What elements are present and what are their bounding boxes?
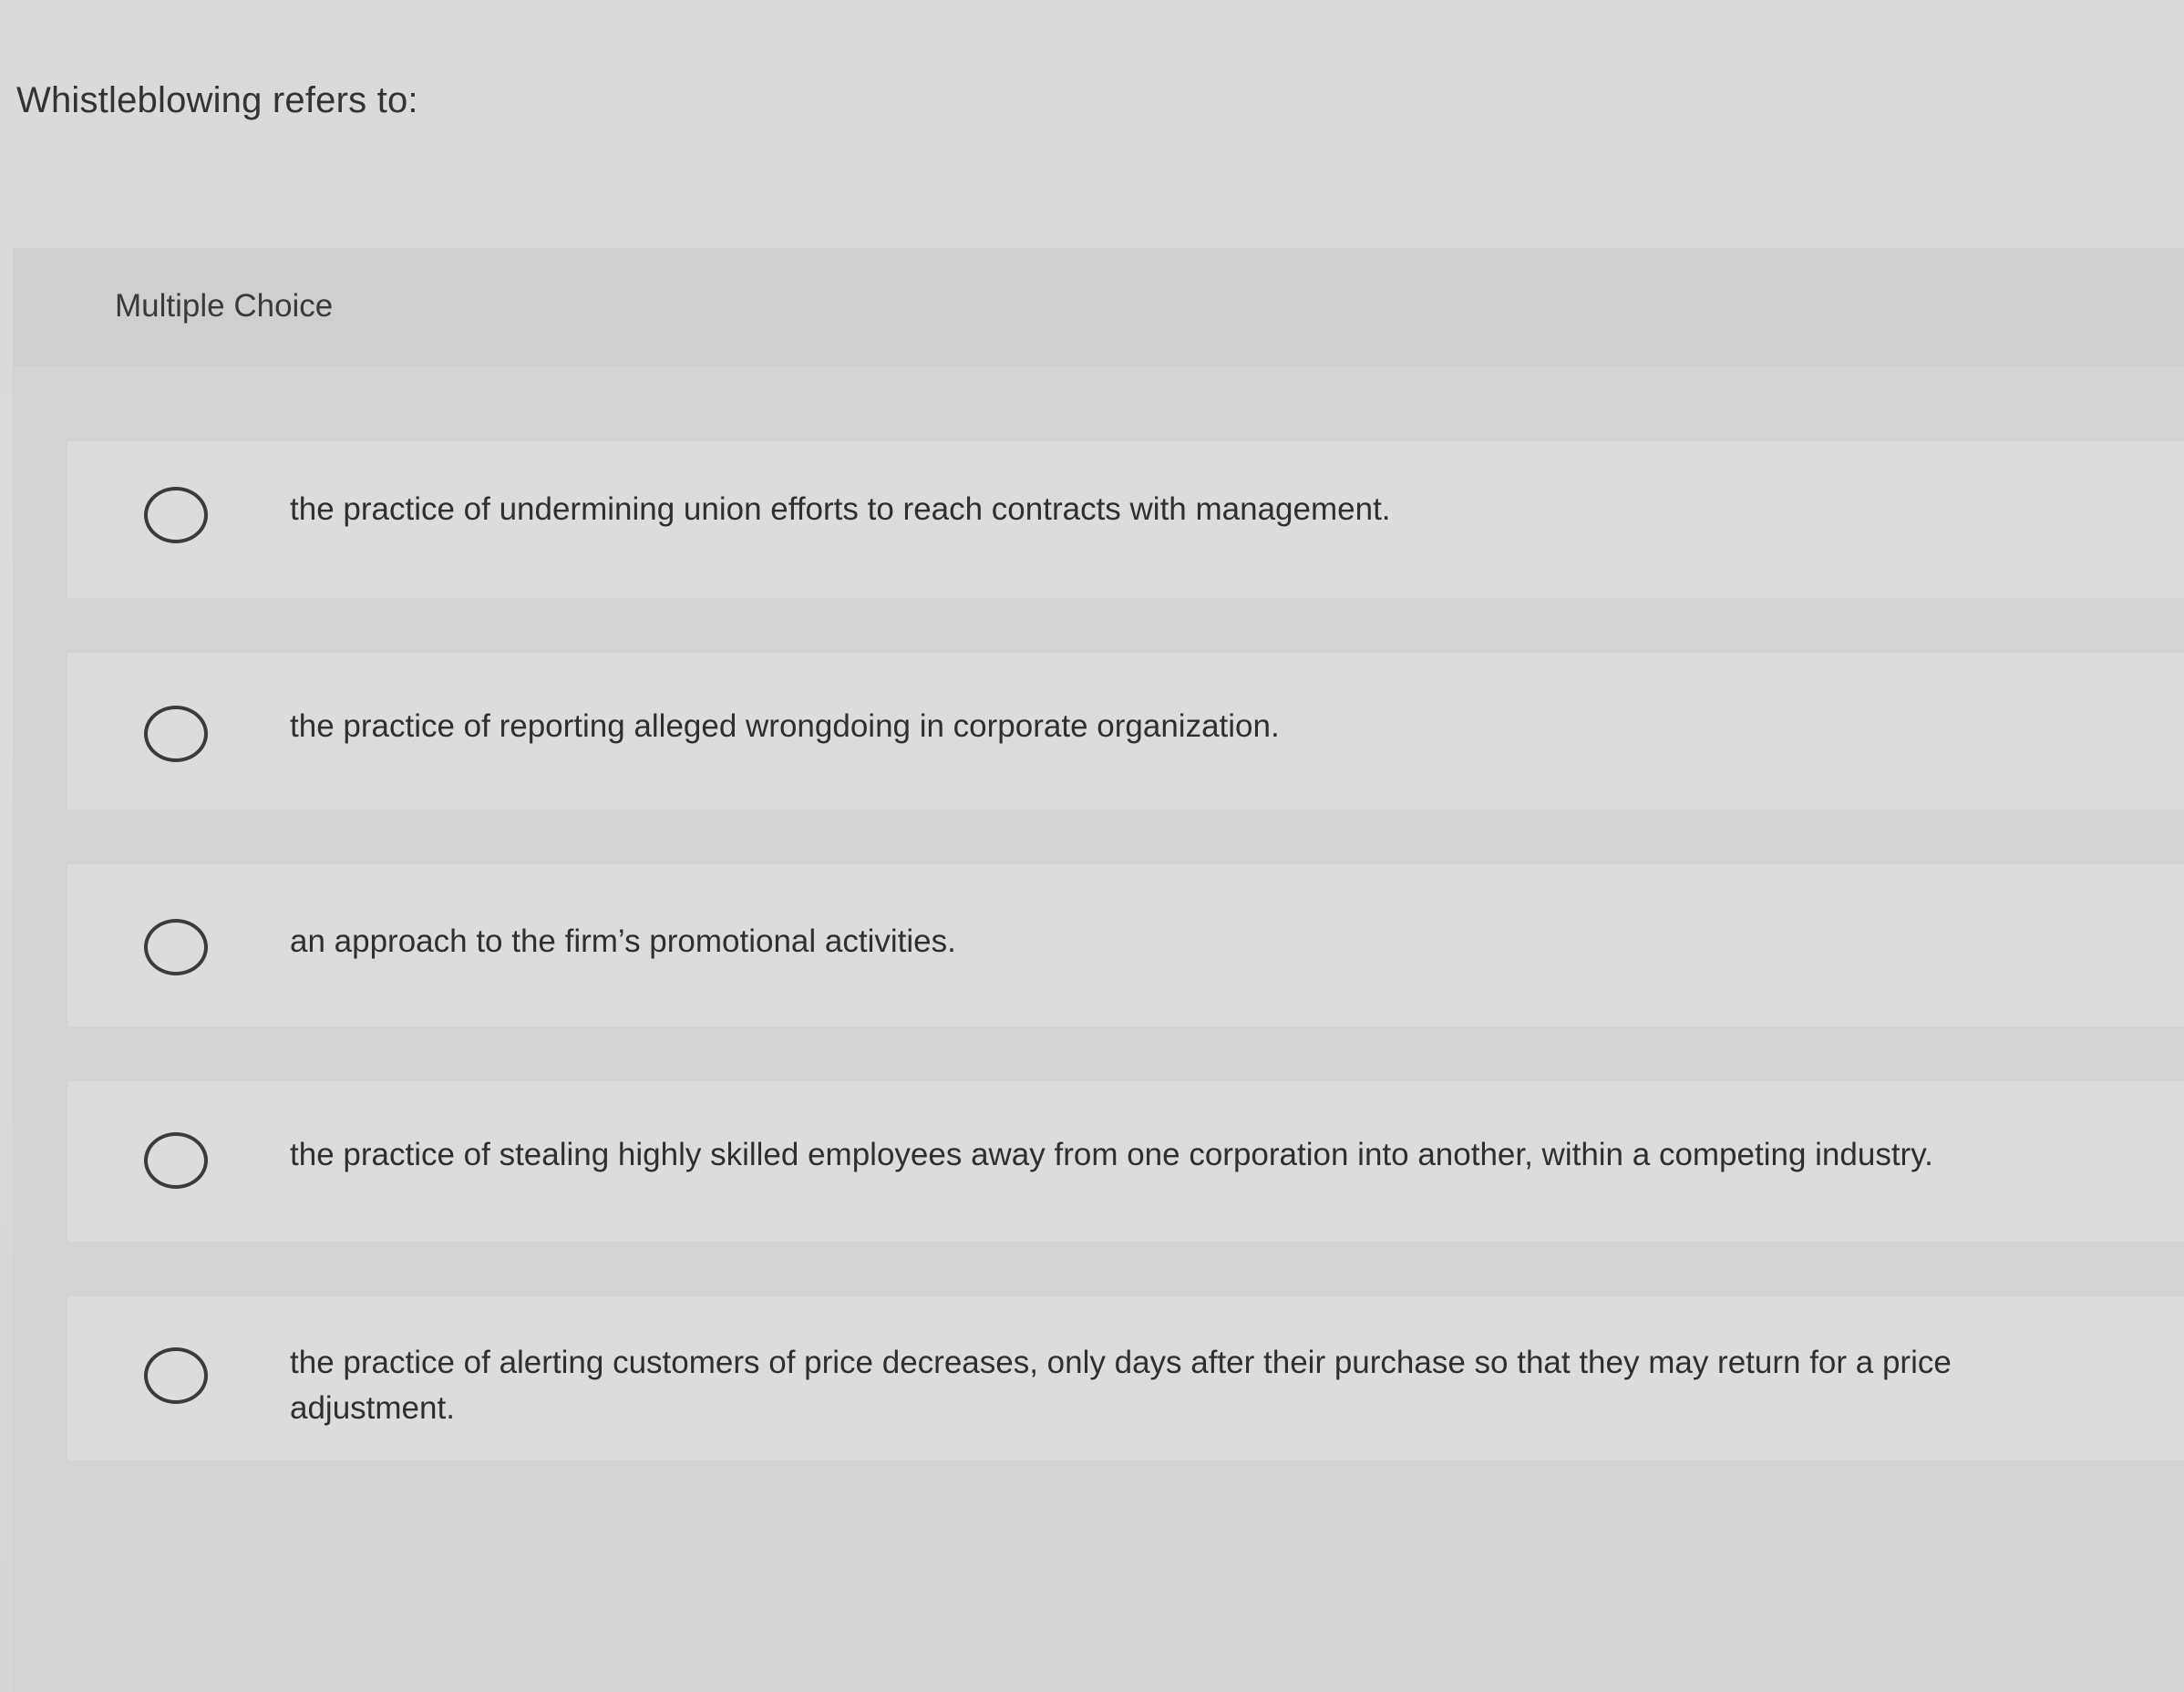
question-type-label: Multiple Choice xyxy=(115,288,334,324)
question-type-header: Multiple Choice xyxy=(13,248,2184,366)
question-prompt: Whistleblowing refers to: xyxy=(16,80,418,120)
answer-option-text: the practice of undermining union effort… xyxy=(290,491,1391,527)
radio-button-icon[interactable] xyxy=(144,1347,208,1404)
multiple-choice-panel: Multiple Choice the practice of undermin… xyxy=(13,248,2184,1692)
answer-option-text: the practice of reporting alleged wrongd… xyxy=(290,708,1280,744)
answer-option-2[interactable]: the practice of reporting alleged wrongd… xyxy=(67,653,2184,810)
radio-button-icon[interactable] xyxy=(144,1132,208,1189)
answer-option-3[interactable]: an approach to the firm’s promotional ac… xyxy=(67,864,2184,1027)
answer-option-text: the practice of alerting customers of pr… xyxy=(290,1345,1952,1426)
radio-button-icon[interactable] xyxy=(144,487,208,543)
answer-option-4[interactable]: the practice of stealing highly skilled … xyxy=(67,1081,2184,1242)
answer-option-5[interactable]: the practice of alerting customers of pr… xyxy=(67,1296,2184,1460)
radio-button-icon[interactable] xyxy=(144,919,208,975)
answer-option-text: the practice of stealing highly skilled … xyxy=(290,1137,1933,1172)
answer-options: the practice of undermining union effort… xyxy=(67,441,2184,1515)
radio-button-icon[interactable] xyxy=(144,706,208,762)
answer-option-1[interactable]: the practice of undermining union effort… xyxy=(67,441,2184,598)
answer-option-text: an approach to the firm’s promotional ac… xyxy=(290,923,956,959)
